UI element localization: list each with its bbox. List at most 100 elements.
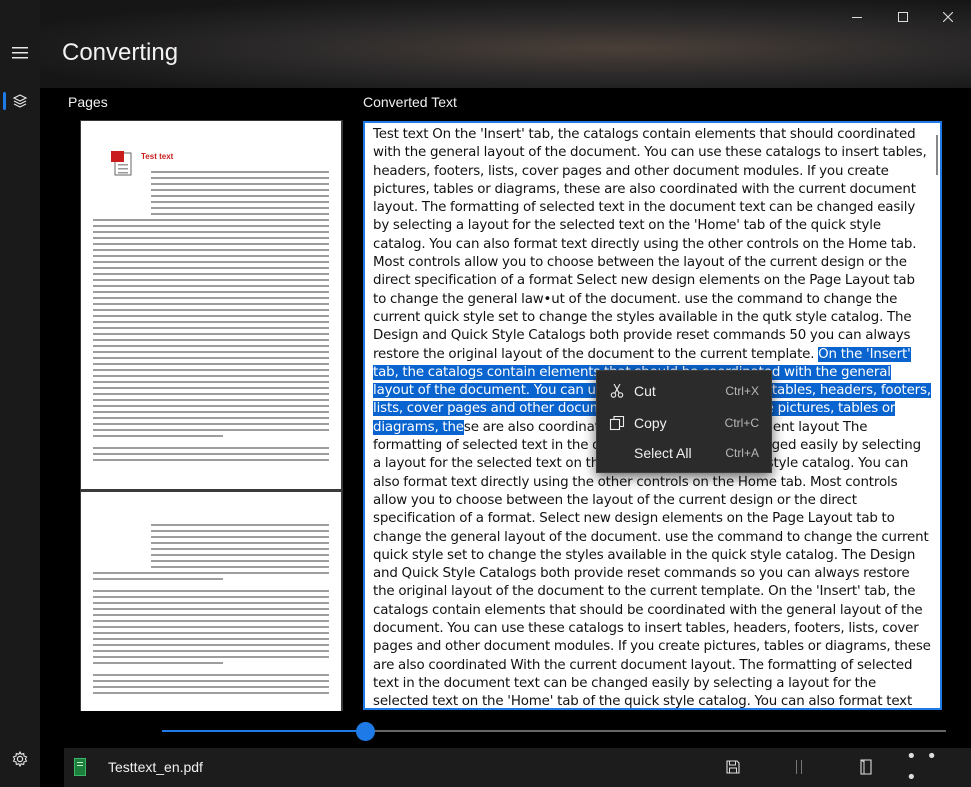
thumbnail-text-line	[151, 536, 329, 538]
context-menu: Cut Ctrl+X Copy Ctrl+C Select All Ctrl+A	[596, 370, 772, 473]
thumbnail-text-line	[93, 243, 329, 245]
menu-item-copy[interactable]: Copy Ctrl+C	[597, 407, 771, 439]
book-view-button[interactable]	[849, 752, 883, 782]
thumbnail-text-line	[93, 339, 329, 341]
page-thumbnail-strip[interactable]: Test text	[80, 120, 343, 711]
menu-item-shortcut: Ctrl+A	[725, 446, 759, 460]
menu-item-cut[interactable]: Cut Ctrl+X	[597, 375, 771, 407]
thumbnail-text-line	[93, 381, 329, 383]
thumbnail-text-line	[151, 183, 329, 185]
document-icon	[74, 758, 86, 776]
thumbnail-text-line	[151, 189, 329, 191]
thumbnail-text-line	[93, 405, 329, 407]
close-icon	[943, 12, 953, 22]
text-unselected: Test text On the 'Insert' tab, the catal…	[373, 127, 927, 362]
split-view-button[interactable]	[782, 752, 816, 782]
thumbnail-title: Test text	[141, 152, 174, 161]
thumbnail-text-line	[93, 393, 329, 395]
thumbnail-text-line	[93, 656, 329, 658]
converted-text-label: Converted Text	[363, 94, 457, 110]
thumbnail-text-line	[93, 345, 329, 347]
zoom-slider-thumb[interactable]	[356, 722, 375, 741]
copy-icon	[609, 415, 625, 431]
thumbnail-text-line	[93, 644, 329, 646]
maximize-button[interactable]	[880, 0, 926, 34]
thumbnail-text-line	[93, 267, 329, 269]
nav-item-pages[interactable]	[0, 84, 40, 118]
hamburger-menu-button[interactable]	[0, 36, 40, 70]
menu-item-label: Cut	[634, 383, 656, 399]
thumbnail-text-line	[93, 363, 329, 365]
thumbnail-text-line	[93, 297, 329, 299]
file-name: Testtext_en.pdf	[108, 759, 203, 775]
thumbnail-text-line	[93, 231, 329, 233]
thumbnail-text-line	[93, 453, 329, 455]
thumbnail-text-line	[93, 321, 329, 323]
thumbnail-text-line	[93, 578, 223, 580]
thumbnail-text-line	[93, 620, 329, 622]
thumbnail-text-line	[93, 417, 329, 419]
thumbnail-text-lines	[93, 171, 329, 471]
layers-icon	[12, 94, 28, 108]
maximize-icon	[898, 12, 908, 22]
title-bar	[0, 0, 971, 34]
more-options-button[interactable]: • • •	[906, 746, 940, 787]
thumbnail-text-line	[151, 171, 329, 173]
save-button[interactable]	[716, 752, 750, 782]
thumbnail-text-line	[93, 608, 329, 610]
thumbnail-text-line	[93, 429, 329, 431]
navigation-rail	[0, 0, 40, 787]
thumbnail-text-line	[93, 662, 223, 664]
thumbnail-text-line	[93, 285, 329, 287]
thumbnail-text-line	[93, 387, 329, 389]
selection-indicator	[3, 92, 6, 110]
thumbnail-text-line	[93, 237, 329, 239]
page-thumbnail[interactable]	[81, 492, 341, 711]
minimize-icon	[852, 17, 862, 18]
thumbnail-text-line	[93, 459, 329, 461]
thumbnail-text-line	[93, 632, 329, 634]
thumbnail-text-line	[93, 327, 329, 329]
thumbnail-text-line	[151, 207, 329, 209]
settings-button[interactable]	[0, 742, 40, 776]
thumbnail-text-line	[93, 261, 329, 263]
menu-item-select-all[interactable]: Select All Ctrl+A	[597, 437, 771, 469]
thumbnail-text-line	[151, 530, 329, 532]
thumbnail-text-line	[151, 554, 329, 556]
book-icon	[860, 759, 872, 775]
thumbnail-text-line	[93, 219, 329, 221]
thumbnail-text-line	[93, 614, 329, 616]
thumbnail-text-line	[93, 357, 329, 359]
thumbnail-text-line	[93, 351, 329, 353]
thumbnail-text-line	[93, 399, 329, 401]
menu-item-shortcut: Ctrl+X	[725, 384, 759, 398]
thumbnail-text-line	[93, 303, 329, 305]
thumbnail-text-line	[93, 315, 329, 317]
page-thumbnail[interactable]: Test text	[81, 121, 341, 489]
split-view-icon	[796, 760, 802, 774]
thumbnail-text-line	[151, 177, 329, 179]
thumbnail-text-lines	[93, 524, 329, 711]
hamburger-icon	[12, 47, 28, 59]
thumbnail-text-line	[151, 560, 329, 562]
menu-item-label: Copy	[634, 415, 667, 431]
menu-item-label: Select All	[634, 445, 692, 461]
close-button[interactable]	[925, 0, 971, 34]
thumbnail-text-line	[93, 447, 329, 449]
thumbnail-text-line	[93, 423, 329, 425]
thumbnail-text-line	[93, 572, 329, 574]
thumbnail-text-line	[93, 375, 329, 377]
zoom-slider-fill	[162, 730, 365, 732]
thumbnail-text-line	[151, 524, 329, 526]
menu-item-shortcut: Ctrl+C	[724, 416, 759, 430]
thumbnail-text-line	[151, 566, 329, 568]
thumbnail-text-line	[151, 213, 329, 215]
thumbnail-text-line	[93, 279, 329, 281]
thumbnail-text-line	[93, 333, 329, 335]
thumbnail-text-line	[93, 650, 329, 652]
minimize-button[interactable]	[834, 0, 880, 34]
thumbnail-text-line	[93, 638, 329, 640]
scrollbar-thumb[interactable]	[936, 135, 938, 175]
thumbnail-text-line	[93, 249, 329, 251]
thumbnail-text-line	[93, 596, 329, 598]
